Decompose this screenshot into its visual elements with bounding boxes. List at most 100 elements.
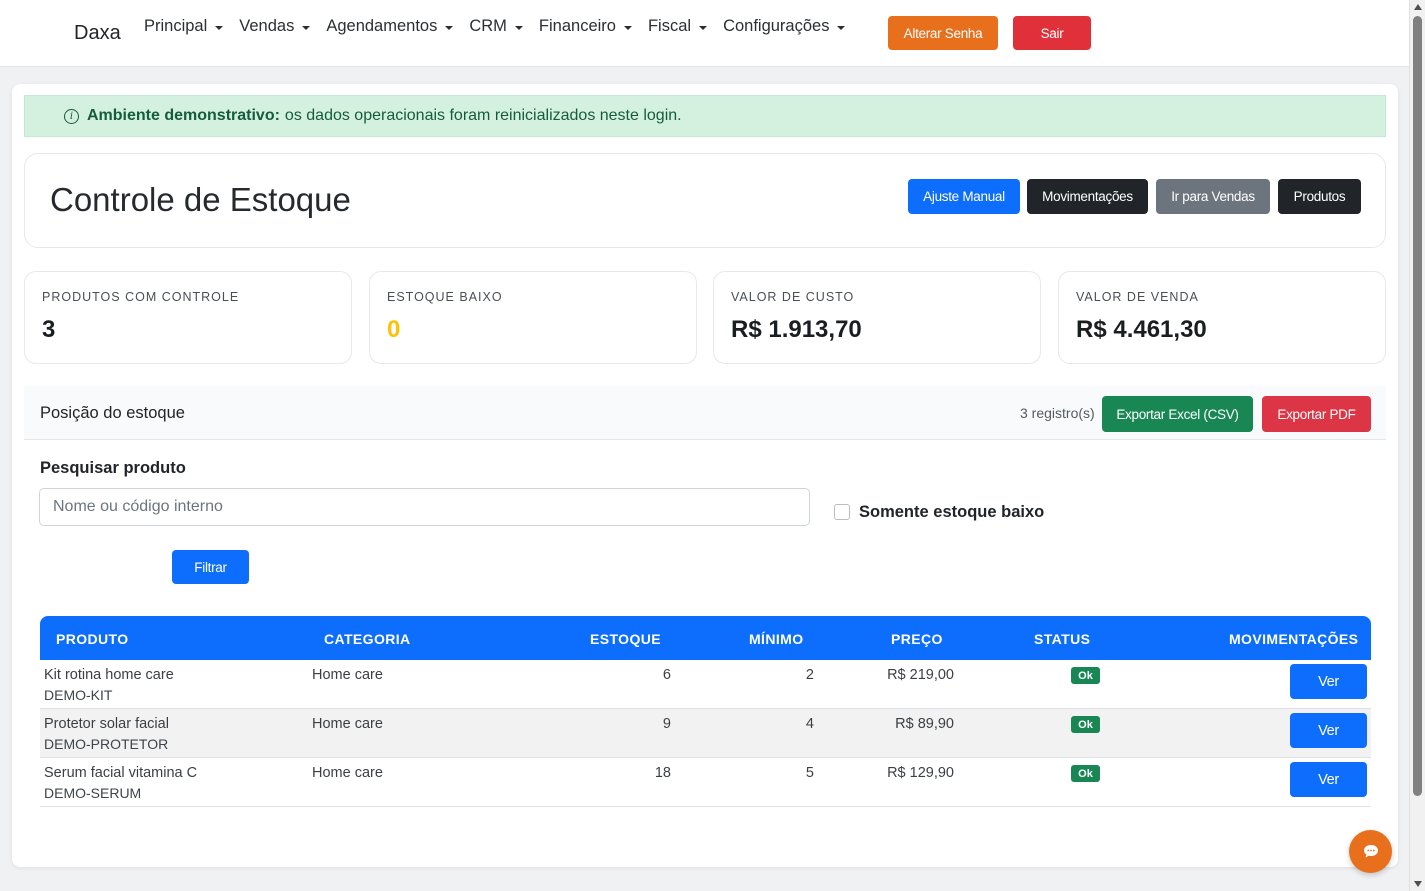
product-stock: 9: [662, 716, 671, 732]
brand-logo[interactable]: Daxa: [74, 22, 121, 45]
product-minimum: 4: [805, 716, 814, 732]
export-pdf-button[interactable]: Exportar PDF: [1262, 396, 1371, 432]
nav-label: Configurações: [723, 17, 830, 35]
page-header: Controle de Estoque Ajuste Manual Movime…: [24, 153, 1386, 248]
main-content: i Ambiente demonstrativo: os dados opera…: [12, 84, 1398, 867]
stat-card-low-stock: ESTOQUE BAIXO 0: [369, 271, 697, 364]
status-badge: Ok: [1071, 667, 1100, 684]
stat-card-cost-value: VALOR DE CUSTO R$ 1.913,70: [713, 271, 1041, 364]
record-count: 3 registro(s): [1020, 405, 1095, 421]
col-header-status[interactable]: STATUS: [1034, 631, 1090, 647]
product-code: DEMO-KIT: [44, 687, 113, 703]
product-stock: 6: [662, 667, 671, 683]
change-password-button[interactable]: Alterar Senha: [888, 16, 998, 50]
caret-down-icon: [302, 25, 311, 30]
nav-principal[interactable]: Principal: [144, 17, 224, 36]
products-button[interactable]: Produtos: [1278, 179, 1361, 214]
stat-label: VALOR DE VENDA: [1076, 290, 1199, 304]
movements-button[interactable]: Movimentações: [1027, 179, 1148, 214]
product-name: Serum facial vitamina C: [44, 765, 198, 781]
navbar: Daxa Principal Vendas Agendamentos CRM F…: [0, 0, 1409, 67]
nav-agendamentos[interactable]: Agendamentos: [326, 17, 454, 36]
panel-title: Posição do estoque: [40, 404, 185, 422]
nav-label: Financeiro: [538, 17, 616, 35]
table-header: PRODUTO CATEGORIA ESTOQUE MÍNIMO PREÇO S…: [40, 616, 1371, 660]
filter-button[interactable]: Filtrar: [172, 550, 249, 584]
caret-down-icon: [623, 25, 632, 30]
product-code: DEMO-SERUM: [44, 785, 142, 801]
col-header-price[interactable]: PREÇO: [891, 631, 943, 647]
scroll-up-arrow-icon[interactable]: [1414, 4, 1422, 10]
manual-adjust-button[interactable]: Ajuste Manual: [908, 179, 1020, 214]
search-label: Pesquisar produto: [40, 459, 186, 477]
nav-label: Principal: [144, 17, 208, 35]
product-category: Home care: [312, 667, 383, 683]
chat-icon: [1363, 845, 1378, 858]
product-price: R$ 129,90: [887, 765, 954, 781]
stat-value: 0: [387, 316, 401, 343]
alert-title: Ambiente demonstrativo:: [87, 107, 280, 124]
status-badge: Ok: [1071, 765, 1100, 782]
stat-value: R$ 4.461,30: [1076, 316, 1207, 343]
table-row: Serum facial vitamina C DEMO-SERUM Home …: [40, 758, 1371, 807]
product-category: Home care: [312, 765, 383, 781]
scroll-down-arrow-icon[interactable]: [1414, 881, 1422, 887]
go-to-sales-button[interactable]: Ir para Vendas: [1156, 179, 1270, 214]
col-header-product[interactable]: PRODUTO: [56, 631, 129, 647]
status-badge: Ok: [1071, 716, 1100, 733]
view-movements-button[interactable]: Ver: [1290, 713, 1367, 748]
stat-label: VALOR DE CUSTO: [731, 290, 855, 304]
demo-alert: i Ambiente demonstrativo: os dados opera…: [24, 95, 1386, 137]
main-nav: Principal Vendas Agendamentos CRM Financ…: [144, 17, 861, 36]
export-excel-button[interactable]: Exportar Excel (CSV): [1102, 396, 1253, 432]
logout-button[interactable]: Sair: [1013, 16, 1091, 50]
nav-label: Agendamentos: [326, 17, 438, 35]
stat-label: PRODUTOS COM CONTROLE: [42, 290, 240, 304]
nav-label: Fiscal: [647, 17, 692, 35]
col-header-movements[interactable]: MOVIMENTAÇÕES: [1229, 631, 1358, 647]
caret-down-icon: [514, 25, 523, 30]
product-price: R$ 89,90: [895, 716, 954, 732]
low-stock-label[interactable]: Somente estoque baixo: [859, 503, 1044, 522]
panel-header: Posição do estoque 3 registro(s) Exporta…: [24, 386, 1386, 440]
caret-down-icon: [837, 25, 846, 30]
chat-button[interactable]: [1349, 830, 1392, 873]
info-icon: i: [64, 108, 79, 124]
product-stock: 18: [654, 765, 671, 781]
product-name: Kit rotina home care: [44, 667, 174, 683]
nav-crm[interactable]: CRM: [469, 17, 523, 36]
product-minimum: 5: [805, 765, 814, 781]
product-category: Home care: [312, 716, 383, 732]
caret-down-icon: [699, 25, 708, 30]
table-row: Kit rotina home care DEMO-KIT Home care …: [40, 660, 1371, 709]
stat-value: R$ 1.913,70: [731, 316, 862, 343]
scrollbar-thumb[interactable]: [1413, 16, 1422, 796]
search-input[interactable]: [39, 488, 810, 526]
nav-fiscal[interactable]: Fiscal: [647, 17, 708, 36]
nav-configuracoes[interactable]: Configurações: [723, 17, 846, 36]
page-title: Controle de Estoque: [50, 181, 351, 218]
view-movements-button[interactable]: Ver: [1290, 664, 1367, 699]
view-movements-button[interactable]: Ver: [1290, 762, 1367, 797]
stat-card-sale-value: VALOR DE VENDA R$ 4.461,30: [1058, 271, 1386, 364]
caret-down-icon: [445, 25, 454, 30]
stock-panel: Posição do estoque 3 registro(s) Exporta…: [24, 386, 1386, 839]
col-header-category[interactable]: CATEGORIA: [324, 631, 411, 647]
nav-label: Vendas: [239, 17, 295, 35]
stat-card-controlled-products: PRODUTOS COM CONTROLE 3: [24, 271, 352, 364]
nav-financeiro[interactable]: Financeiro: [539, 17, 632, 36]
low-stock-checkbox[interactable]: [834, 504, 850, 520]
col-header-minimum[interactable]: MÍNIMO: [749, 631, 804, 647]
table-row: Protetor solar facial DEMO-PROTETOR Home…: [40, 709, 1371, 758]
nav-vendas[interactable]: Vendas: [239, 17, 311, 36]
stat-label: ESTOQUE BAIXO: [387, 290, 503, 304]
caret-down-icon: [215, 25, 224, 30]
nav-label: CRM: [469, 17, 507, 35]
product-name: Protetor solar facial: [44, 716, 169, 732]
col-header-stock[interactable]: ESTOQUE: [590, 631, 661, 647]
stock-table: PRODUTO CATEGORIA ESTOQUE MÍNIMO PREÇO S…: [40, 616, 1371, 807]
page-scrollbar[interactable]: [1409, 0, 1425, 891]
product-minimum: 2: [805, 667, 814, 683]
stat-value: 3: [42, 316, 56, 343]
product-price: R$ 219,00: [887, 667, 954, 683]
